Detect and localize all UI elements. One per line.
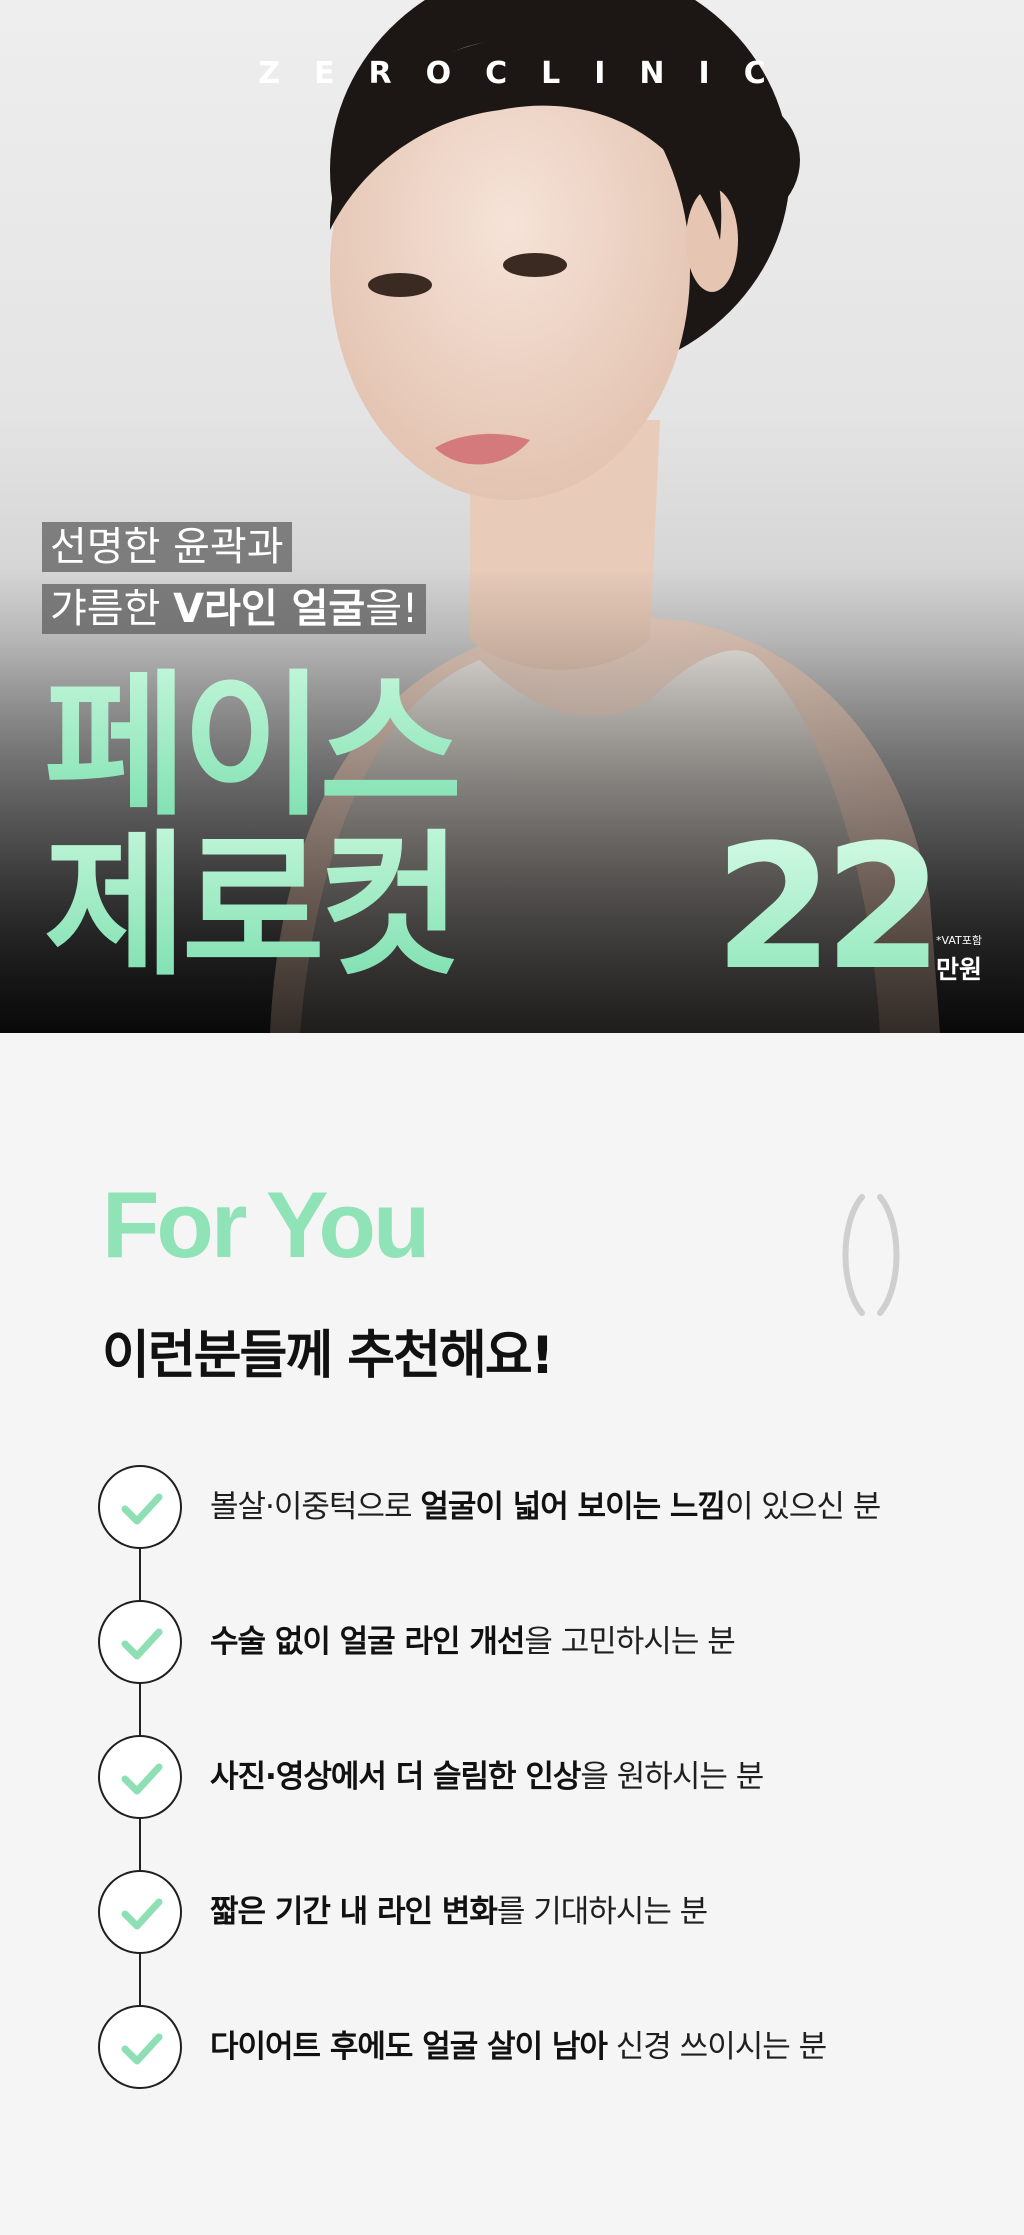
item-text-regular: 볼살·이중턱으로 — [210, 1489, 421, 1525]
hero-banner: ZEROCLINIC 선명한 윤곽과 갸름한 V라인 얼굴을! 페이스 제로컷 … — [0, 0, 1024, 1033]
item-text-regular: 이 있으신 분 — [724, 1489, 881, 1525]
tagline-prefix: 갸름한 — [50, 586, 174, 632]
item-text-bold: 짧은 기간 내 라인 변화 — [210, 1894, 498, 1930]
check-icon — [98, 1600, 182, 1684]
bracket-decoration-icon — [842, 1194, 900, 1316]
brand-logo: ZEROCLINIC — [258, 56, 800, 91]
tagline-line-2: 갸름한 V라인 얼굴을! — [42, 584, 427, 634]
item-text-regular: 를 기대하시는 분 — [496, 1894, 708, 1930]
product-title-line-2: 제로컷 — [44, 815, 463, 997]
check-icon — [98, 1870, 182, 1954]
price-unit: 만원 — [936, 955, 983, 984]
list-item-text: 짧은 기간 내 라인 변화를 기대하시는 분 — [210, 1892, 708, 1932]
item-text-bold: 다이어트 후에도 얼굴 살이 남아 — [210, 2029, 608, 2065]
list-item-text: 수술 없이 얼굴 라인 개선을 고민하시는 분 — [210, 1622, 736, 1662]
item-text-bold: 사진·영상에서 더 슬림한 인상 — [210, 1759, 581, 1795]
for-you-section: For You 이런분들께 추천해요! 볼살·이중턱으로 얼굴이 넓어 보이는 … — [0, 1033, 1024, 2235]
list-item-text: 다이어트 후에도 얼굴 살이 남아 신경 쓰이시는 분 — [210, 2027, 827, 2067]
check-icon — [98, 2005, 182, 2089]
tagline-highlight: V라인 얼굴 — [173, 586, 366, 632]
tagline-suffix: 을! — [365, 586, 419, 632]
product-title-line-1: 페이스 — [44, 655, 463, 837]
list-item: 볼살·이중턱으로 얼굴이 넓어 보이는 느낌이 있으신 분 — [98, 1465, 978, 1549]
price-value: 22 — [714, 807, 943, 1008]
list-item: 짧은 기간 내 라인 변화를 기대하시는 분 — [98, 1870, 978, 1954]
vat-note: *VAT포함 — [936, 934, 982, 947]
list-item-text: 볼살·이중턱으로 얼굴이 넓어 보이는 느낌이 있으신 분 — [210, 1487, 881, 1527]
tagline-line-1: 선명한 윤곽과 — [42, 522, 292, 572]
section-subtitle: 이런분들께 추천해요! — [102, 1326, 554, 1386]
item-text-regular: 을 원하시는 분 — [580, 1759, 764, 1795]
check-icon — [98, 1735, 182, 1819]
item-text-regular: 신경 쓰이시는 분 — [606, 2029, 827, 2065]
list-item-text: 사진·영상에서 더 슬림한 인상을 원하시는 분 — [210, 1757, 764, 1797]
list-item: 다이어트 후에도 얼굴 살이 남아 신경 쓰이시는 분 — [98, 2005, 978, 2089]
item-text-bold: 얼굴이 넓어 보이는 느낌 — [420, 1489, 726, 1525]
check-icon — [98, 1465, 182, 1549]
item-text-bold: 수술 없이 얼굴 라인 개선 — [210, 1624, 525, 1660]
list-item: 사진·영상에서 더 슬림한 인상을 원하시는 분 — [98, 1735, 978, 1819]
item-text-regular: 을 고민하시는 분 — [524, 1624, 735, 1660]
section-title: For You — [102, 1172, 430, 1277]
list-item: 수술 없이 얼굴 라인 개선을 고민하시는 분 — [98, 1600, 978, 1684]
